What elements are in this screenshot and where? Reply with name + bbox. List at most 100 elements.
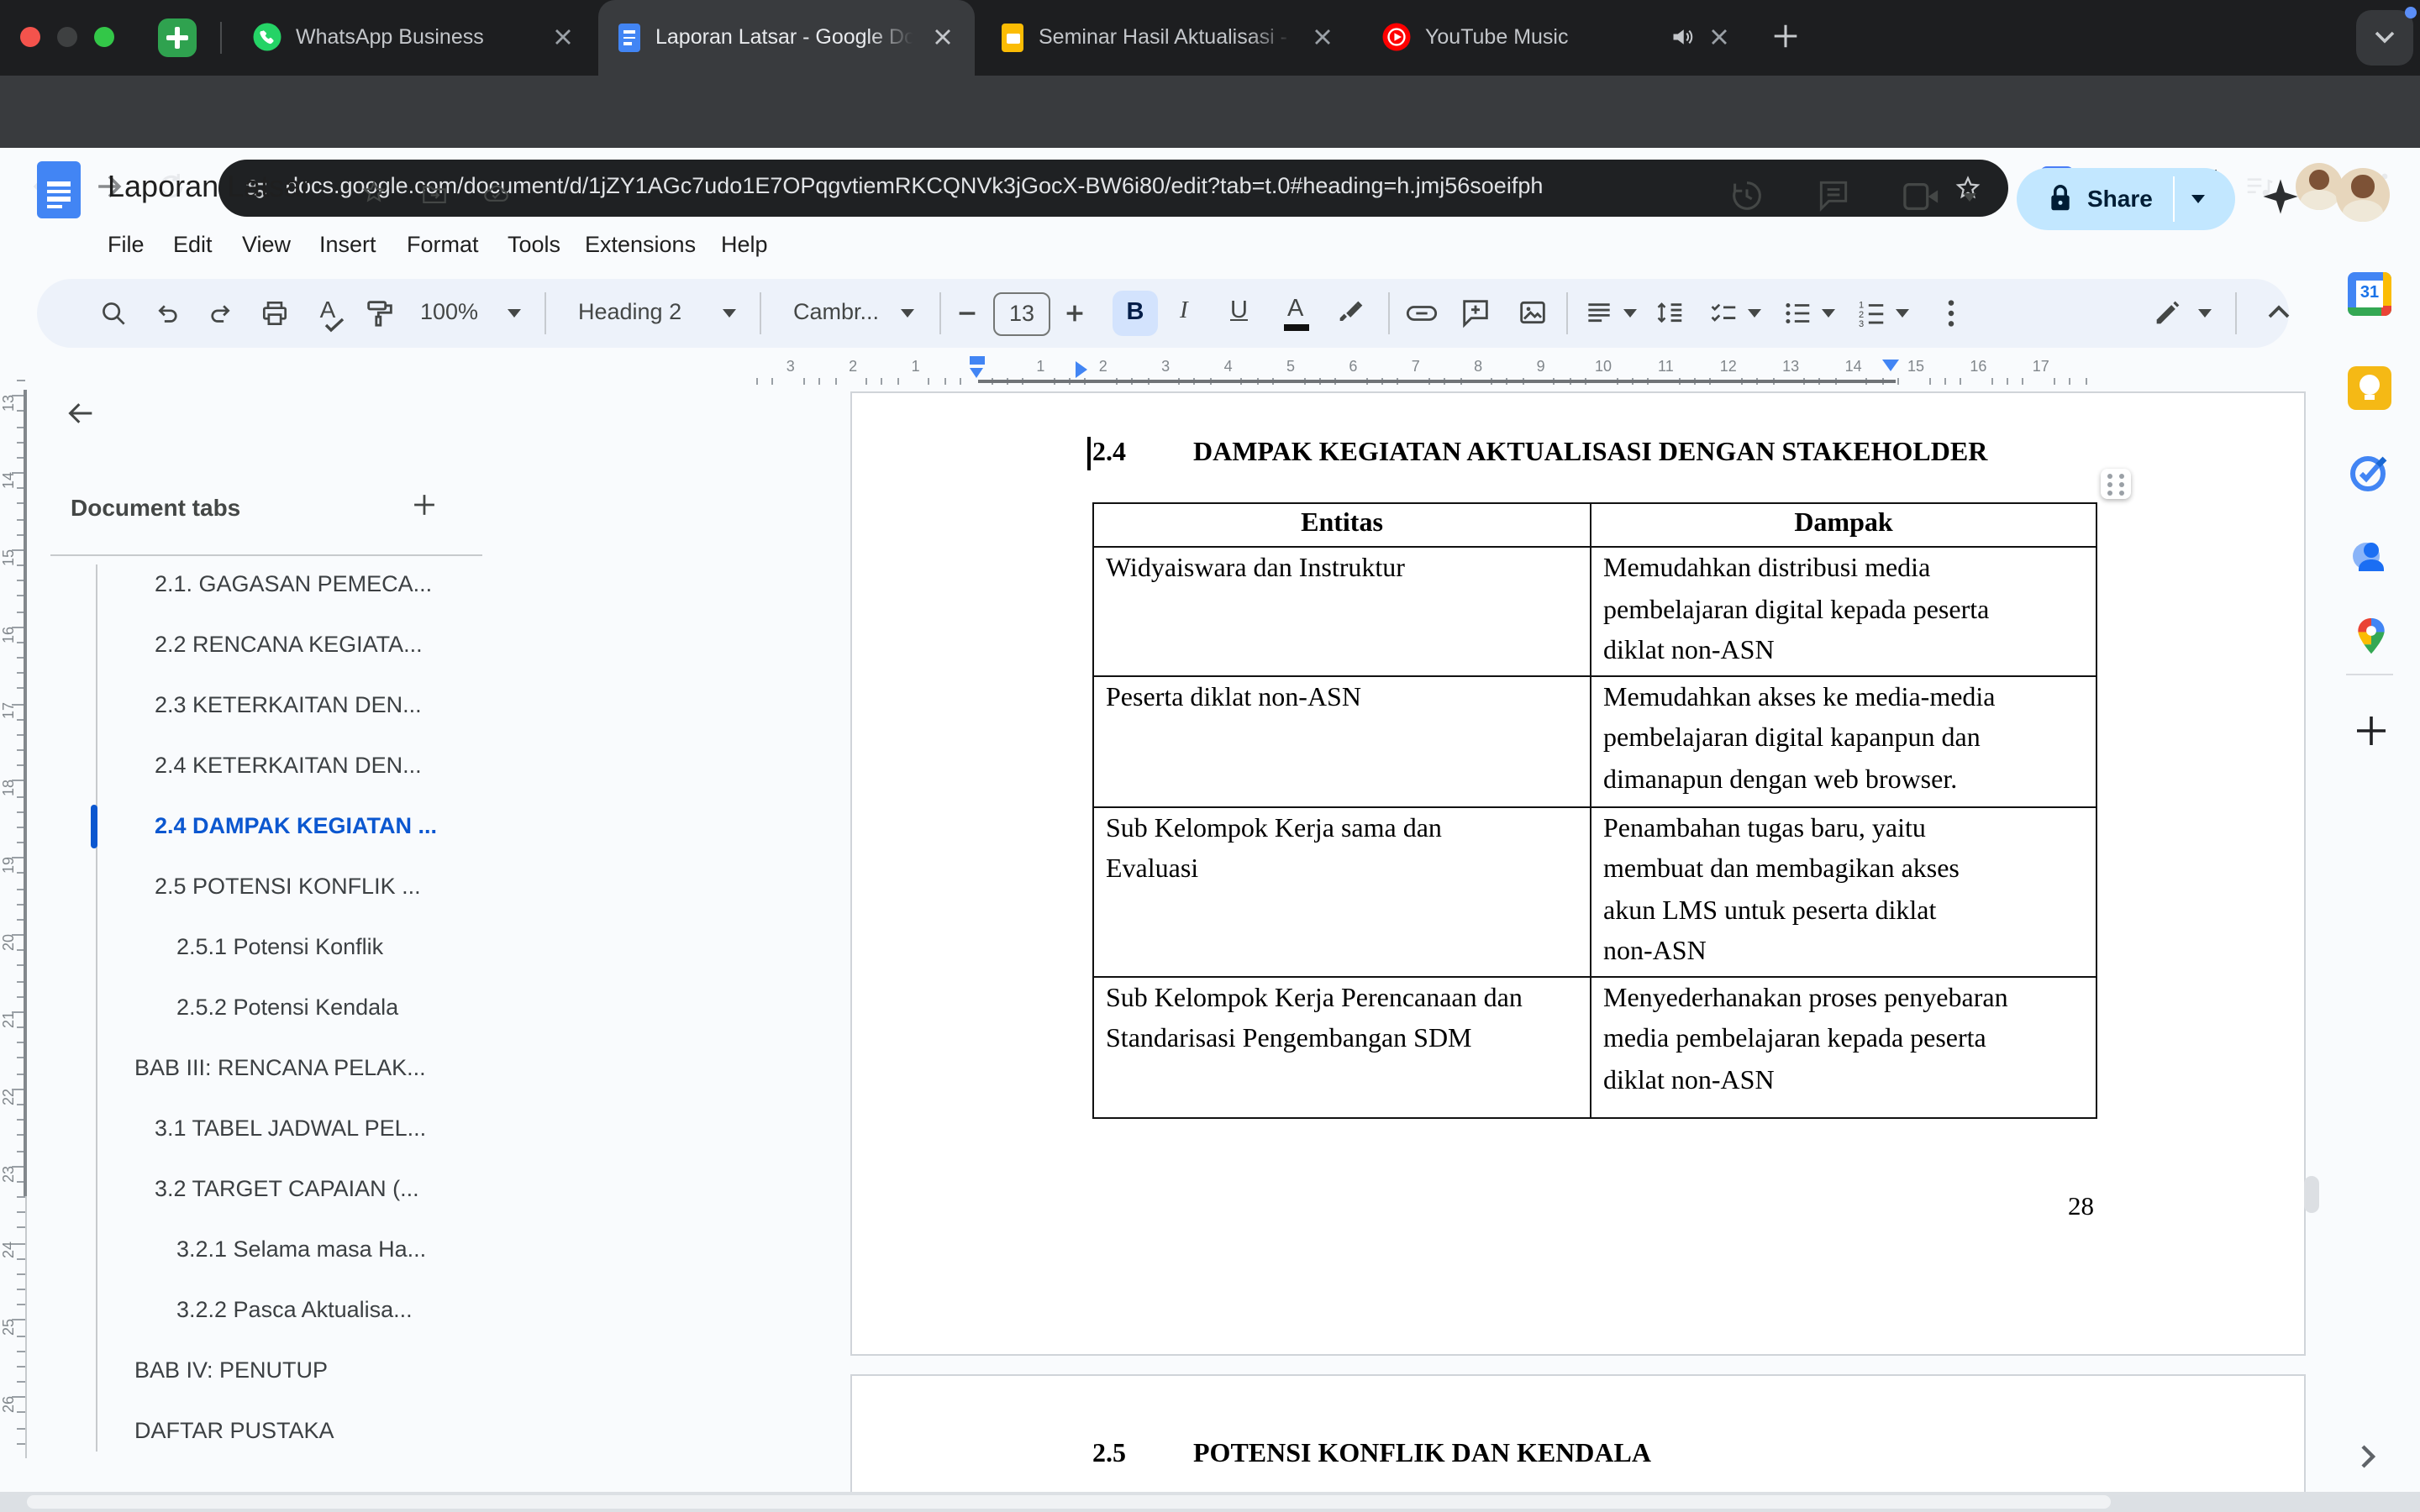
add-tab-plus-icon[interactable]: [410, 491, 439, 519]
menu-edit[interactable]: Edit: [166, 227, 219, 264]
paint-format-icon[interactable]: [363, 296, 397, 331]
outline-item[interactable]: 2.1. GAGASAN PEMECA...: [155, 564, 432, 605]
editing-mode-pencil-icon[interactable]: [2151, 296, 2185, 329]
spell-check-icon[interactable]: A: [309, 296, 346, 333]
table-cell[interactable]: Memudahkan akses ke media-media pembelaj…: [1591, 675, 2096, 806]
hide-menus-chevron-icon[interactable]: [2265, 299, 2292, 326]
meet-dropdown-caret-icon[interactable]: [1963, 193, 1976, 202]
outline-item[interactable]: BAB IV: PENUTUP: [134, 1351, 328, 1391]
document-title[interactable]: Laporan Latsar: [108, 170, 311, 205]
ruler-first-line-indent-marker[interactable]: [1076, 361, 1087, 378]
version-history-icon[interactable]: [1728, 176, 1766, 215]
bulleted-list-icon[interactable]: [1781, 297, 1813, 329]
table-cell[interactable]: Menyederhanakan proses penyebaran media …: [1591, 976, 2096, 1117]
outline-item-active[interactable]: 2.4 DAMPAK KEGIATAN ...: [155, 806, 437, 847]
table-cell[interactable]: Penambahan tugas baru, yaitu membuat dan…: [1591, 806, 2096, 976]
tab-whatsapp-business[interactable]: WhatsApp Business: [235, 0, 592, 76]
google-docs-logo[interactable]: [37, 161, 81, 218]
bold-button-active[interactable]: B: [1113, 291, 1158, 336]
menu-view[interactable]: View: [235, 227, 297, 264]
outline-item[interactable]: 3.2 TARGET CAPAIAN (...: [155, 1169, 419, 1210]
insert-link-icon[interactable]: [1405, 299, 1439, 328]
document-page-2[interactable]: [850, 1374, 2306, 1497]
menu-file[interactable]: File: [101, 227, 151, 264]
tab-search-button[interactable]: [2356, 10, 2413, 66]
paragraph-style-select[interactable]: Heading 2: [578, 299, 681, 324]
section-heading-number[interactable]: 2.4: [1092, 438, 1126, 469]
browser-profile-avatar[interactable]: [2296, 163, 2343, 210]
google-contacts-icon[interactable]: [2348, 534, 2391, 578]
decrease-font-size-icon[interactable]: [955, 297, 980, 329]
increase-font-size-icon[interactable]: [1062, 297, 1087, 329]
outline-item[interactable]: DAFTAR PUSTAKA: [134, 1411, 334, 1452]
numbered-list-caret-icon[interactable]: [1896, 309, 1909, 318]
tab-youtube-music[interactable]: YouTube Music: [1361, 0, 1758, 76]
back-arrow-icon[interactable]: [64, 396, 97, 430]
table-header-dampak[interactable]: Dampak: [1591, 503, 2096, 547]
table-cell[interactable]: Widyaiswara dan Instruktur: [1093, 547, 1591, 675]
google-maps-icon[interactable]: [2351, 615, 2391, 659]
line-spacing-icon[interactable]: [1654, 297, 1686, 329]
search-menus-icon[interactable]: [97, 297, 129, 329]
table-header-entitas[interactable]: Entitas: [1093, 503, 1591, 547]
align-caret-icon[interactable]: [1623, 309, 1637, 318]
minimize-window-button[interactable]: [57, 27, 77, 47]
outline-item[interactable]: 3.2.2 Pasca Aktualisa...: [176, 1290, 413, 1331]
outline-item[interactable]: 3.1 TABEL JADWAL PEL...: [155, 1109, 426, 1149]
star-document-icon[interactable]: [360, 178, 388, 207]
italic-button[interactable]: I: [1180, 297, 1188, 326]
editing-mode-caret-icon[interactable]: [2198, 309, 2212, 318]
highlight-color-icon[interactable]: [1334, 296, 1368, 329]
font-size-input[interactable]: 13: [993, 292, 1050, 336]
new-tab-button[interactable]: [1770, 20, 1802, 52]
print-icon[interactable]: [259, 297, 291, 329]
more-options-kebab-icon[interactable]: [1936, 296, 1966, 331]
meet-video-call-icon[interactable]: [1902, 181, 1941, 212]
url-text[interactable]: docs.google.com/document/d/1jZY1AGc7udo1…: [286, 173, 1543, 198]
close-tab-icon[interactable]: [1314, 29, 1331, 45]
text-color-button[interactable]: A: [1287, 296, 1303, 323]
add-comment-icon[interactable]: [1459, 296, 1492, 329]
numbered-list-icon[interactable]: 123: [1855, 297, 1887, 329]
style-caret-icon[interactable]: [723, 309, 736, 318]
vertical-scrollbar-thumb[interactable]: [2304, 1176, 2319, 1213]
section-heading-text[interactable]: DAMPAK KEGIATAN AKTUALISASI DENGAN STAKE…: [1193, 438, 1987, 469]
ruler-left-indent-marker[interactable]: [970, 368, 983, 378]
tab-seminar-hasil[interactable]: Seminar Hasil Aktualisasi - G: [981, 0, 1355, 76]
expand-side-panel-chevron-icon[interactable]: [2353, 1441, 2383, 1472]
insert-image-icon[interactable]: [1516, 296, 1549, 329]
outline-item[interactable]: 2.5.2 Potensi Kendala: [176, 988, 398, 1028]
cloud-saved-icon[interactable]: [481, 180, 511, 208]
outline-item[interactable]: 3.2.1 Selama masa Ha...: [176, 1230, 426, 1270]
zoom-select[interactable]: 100%: [420, 299, 478, 324]
google-keep-icon[interactable]: [2348, 366, 2391, 410]
google-calendar-icon[interactable]: 31: [2348, 272, 2391, 316]
get-add-ons-plus-icon[interactable]: [2353, 712, 2390, 749]
align-icon[interactable]: [1583, 297, 1615, 329]
account-avatar[interactable]: [2336, 168, 2390, 222]
checklist-icon[interactable]: [1707, 297, 1739, 329]
table-cell[interactable]: Memudahkan distribusi media pembelajaran…: [1591, 547, 2096, 675]
share-dropdown-caret-icon[interactable]: [2191, 195, 2205, 203]
undo-icon[interactable]: [151, 297, 183, 329]
outline-item[interactable]: 2.3 KETERKAITAN DEN...: [155, 685, 422, 726]
section-heading-text-2[interactable]: POTENSI KONFLIK DAN KENDALA: [1193, 1440, 1651, 1470]
table-cell[interactable]: Sub Kelompok Kerja Perencanaan dan Stand…: [1093, 976, 1591, 1117]
menu-insert[interactable]: Insert: [313, 227, 383, 264]
table-cell[interactable]: Peserta diklat non-ASN: [1093, 675, 1591, 806]
comments-icon[interactable]: [1815, 176, 1852, 213]
close-tab-icon[interactable]: [934, 29, 951, 45]
page-number[interactable]: 28: [1926, 1193, 2094, 1223]
section-heading-number-2[interactable]: 2.5: [1092, 1440, 1126, 1470]
outline-item[interactable]: 2.2 RENCANA KEGIATA...: [155, 625, 423, 665]
share-button[interactable]: Share: [2017, 168, 2235, 230]
close-window-button[interactable]: [20, 27, 40, 47]
menu-help[interactable]: Help: [714, 227, 775, 264]
stakeholder-impact-table[interactable]: Entitas Dampak Widyaiswara dan Instruktu…: [1092, 502, 2097, 1118]
ruler-right-indent-marker[interactable]: [1882, 360, 1899, 371]
tab-laporan-latsar-active[interactable]: Laporan Latsar - Google Docs: [598, 0, 975, 76]
maximize-window-button[interactable]: [94, 27, 114, 47]
zoom-caret-icon[interactable]: [508, 309, 521, 318]
close-tab-icon[interactable]: [555, 29, 571, 45]
horizontal-scrollbar-thumb[interactable]: [27, 1495, 2111, 1509]
